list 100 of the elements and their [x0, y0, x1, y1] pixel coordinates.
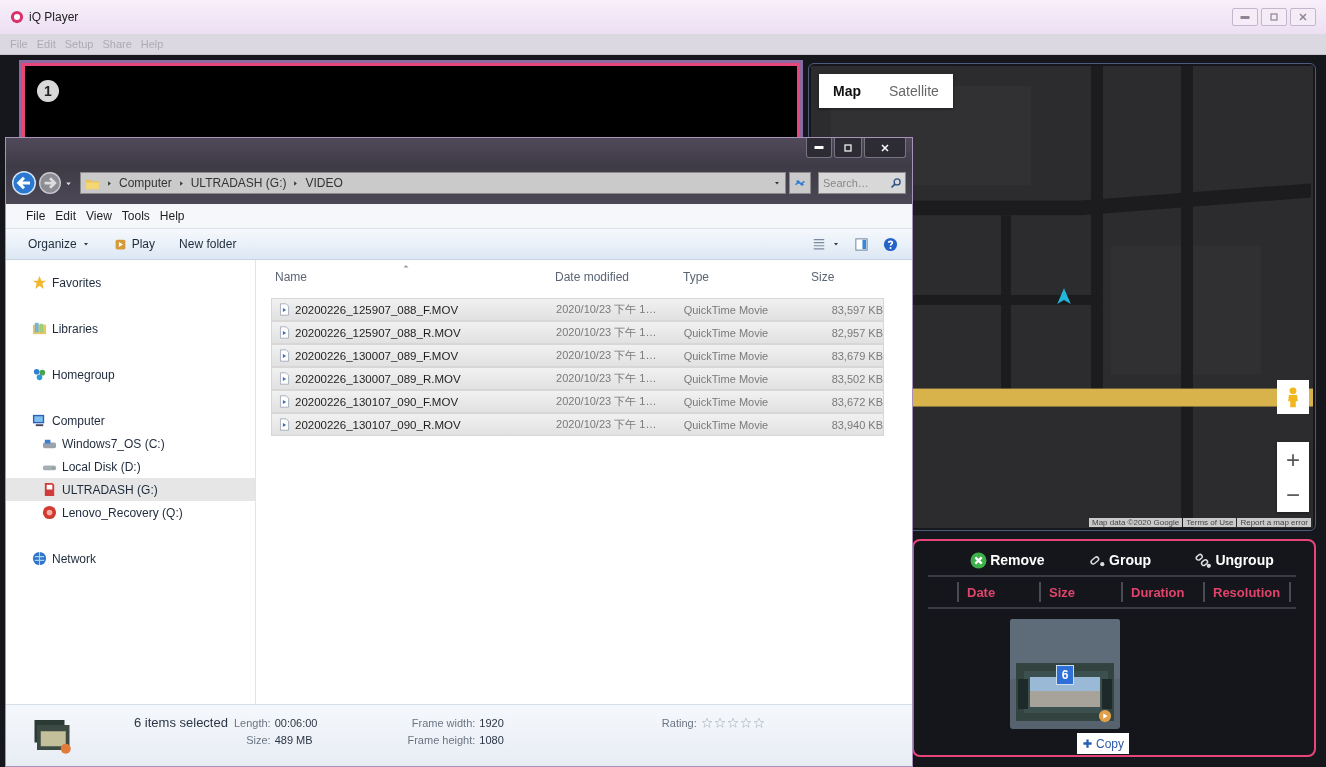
- file-size: 82,957 KB: [830, 326, 883, 339]
- star-icon: [739, 717, 752, 729]
- file-row[interactable]: 20200226_130107_090_F.MOV 2020/10/23 下午 1… QuickTime Movie 83,672 KB: [271, 390, 884, 413]
- menu-item[interactable]: Edit: [55, 209, 77, 223]
- map-attribution: Map data ©2020 Google: [1089, 518, 1183, 527]
- nav-item[interactable]: Windows7_OS (C:): [6, 432, 255, 455]
- breadcrumb-item[interactable]: VIDEO: [305, 176, 343, 190]
- close-button[interactable]: [864, 138, 906, 158]
- menu-item[interactable]: Help: [159, 209, 185, 223]
- app-logo-icon: [10, 10, 24, 24]
- remove-button[interactable]: Remove: [970, 551, 1045, 569]
- menu-item[interactable]: Tools: [121, 209, 150, 223]
- file-type: QuickTime Movie: [683, 418, 770, 431]
- sort-column-header[interactable]: Resolution: [1203, 582, 1291, 602]
- nav-item[interactable]: Homegroup: [6, 363, 255, 386]
- map-link[interactable]: Report a map error: [1237, 518, 1311, 527]
- file-row[interactable]: 20200226_125907_088_R.MOV 2020/10/23 下午 1… QuickTime Movie 82,957 KB: [271, 321, 884, 344]
- file-name: 20200226_130107_090_F.MOV: [295, 395, 460, 408]
- property-label: Rating:: [661, 716, 697, 729]
- rating-stars[interactable]: [700, 715, 765, 729]
- selection-summary: 6 items selected: [134, 715, 228, 730]
- minimize-icon: [813, 146, 825, 149]
- video-file-icon: [278, 326, 291, 339]
- sort-column-header[interactable]: Size: [1039, 582, 1121, 602]
- dropdown-button[interactable]: [773, 179, 781, 187]
- property-label: Frame width:: [410, 717, 476, 729]
- file-name: 20200226_125907_088_F.MOV: [295, 303, 460, 316]
- close-button[interactable]: [1290, 8, 1316, 26]
- zoom-out-button[interactable]: −: [1277, 477, 1309, 512]
- star-icon: [32, 275, 47, 290]
- property-label: Length:: [233, 717, 271, 729]
- sort-arrow-icon: [401, 262, 411, 270]
- file-type: QuickTime Movie: [683, 326, 770, 339]
- search-field[interactable]: Search…: [818, 172, 906, 194]
- group-button[interactable]: Group: [1089, 551, 1152, 569]
- file-date: 2020/10/23 下午 1…: [556, 325, 658, 340]
- caret-icon: [81, 240, 90, 248]
- file-date: 2020/10/23 下午 1…: [556, 394, 658, 409]
- file-row[interactable]: 20200226_130107_090_R.MOV 2020/10/23 下午 1… QuickTime Movie 83,940 KB: [271, 413, 884, 436]
- menu-item[interactable]: File: [26, 209, 46, 223]
- nav-item[interactable]: Computer: [6, 409, 255, 432]
- file-row[interactable]: 20200226_130007_089_F.MOV 2020/10/23 下午 1… QuickTime Movie 83,679 KB: [271, 344, 884, 367]
- new-folder-button[interactable]: New folder: [179, 237, 237, 251]
- navigation-arrow-icon: [1055, 286, 1073, 306]
- network-icon: [32, 551, 47, 566]
- help-icon: [883, 236, 898, 252]
- column-header[interactable]: Type: [679, 266, 799, 288]
- copy-button[interactable]: Copy: [1077, 733, 1129, 754]
- map-link[interactable]: Terms of Use: [1183, 518, 1237, 527]
- list-view-icon: [812, 237, 826, 251]
- sort-column-header[interactable]: Duration: [1121, 582, 1203, 602]
- computer-icon: [32, 413, 47, 428]
- nav-item[interactable]: Lenovo_Recovery (Q:): [6, 501, 255, 524]
- property-label: Frame height:: [407, 734, 476, 746]
- minimize-button[interactable]: [806, 138, 832, 158]
- file-name: 20200226_125907_088_R.MOV: [295, 326, 462, 339]
- nav-item[interactable]: Favorites: [6, 271, 255, 294]
- recovery-disk-icon: [42, 505, 57, 520]
- breadcrumb-separator-icon: [177, 179, 185, 187]
- file-name: 20200226_130007_089_F.MOV: [295, 349, 460, 362]
- search-icon: [890, 177, 902, 189]
- sort-column-header[interactable]: Date: [957, 582, 1039, 602]
- menu-item[interactable]: View: [86, 209, 112, 223]
- file-date: 2020/10/23 下午 1…: [556, 371, 658, 386]
- forward-button[interactable]: [39, 172, 61, 194]
- zoom-in-button[interactable]: +: [1277, 442, 1309, 477]
- help-button[interactable]: [883, 236, 898, 252]
- star-icon: [726, 717, 739, 729]
- star-icon: [713, 717, 726, 729]
- maximize-button[interactable]: [834, 138, 862, 158]
- library-icon: [32, 321, 47, 336]
- remove-icon: [970, 551, 988, 569]
- organize-button[interactable]: Organize: [28, 237, 90, 251]
- play-button[interactable]: Play: [113, 237, 156, 251]
- nav-item[interactable]: Libraries: [6, 317, 255, 340]
- nav-item[interactable]: ULTRADASH (G:): [6, 478, 255, 501]
- breadcrumb-item[interactable]: ULTRADASH (G:): [190, 176, 287, 190]
- nav-item[interactable]: Network: [6, 547, 255, 570]
- map-type-tab[interactable]: Satellite: [875, 74, 953, 108]
- file-size: 83,679 KB: [830, 349, 883, 362]
- video-file-icon: [278, 395, 291, 408]
- address-bar[interactable]: Computer ULTRADASH (G:) VIDEO: [80, 172, 786, 194]
- breadcrumb-separator-icon: [292, 179, 300, 187]
- ungroup-button[interactable]: Ungroup: [1195, 551, 1274, 569]
- play-icon: [1098, 709, 1112, 723]
- preview-pane-button[interactable]: [854, 236, 869, 252]
- file-row[interactable]: 20200226_125907_088_F.MOV 2020/10/23 下午 1… QuickTime Movie 83,597 KB: [271, 298, 884, 321]
- caret-icon: [773, 179, 781, 187]
- column-header[interactable]: Date modified: [551, 266, 679, 288]
- maximize-icon: [842, 141, 854, 154]
- breadcrumb-item[interactable]: Computer: [119, 176, 172, 190]
- column-header[interactable]: Size: [799, 266, 879, 288]
- file-type: QuickTime Movie: [683, 303, 770, 316]
- file-row[interactable]: 20200226_130007_089_R.MOV 2020/10/23 下午 1… QuickTime Movie 83,502 KB: [271, 367, 884, 390]
- column-header[interactable]: Name: [271, 266, 551, 288]
- view-options-button[interactable]: [812, 237, 840, 251]
- nav-item[interactable]: Local Disk (D:): [6, 455, 255, 478]
- back-button[interactable]: [12, 171, 36, 195]
- maximize-icon: [1268, 11, 1280, 23]
- map-type-tab[interactable]: Map: [819, 74, 875, 108]
